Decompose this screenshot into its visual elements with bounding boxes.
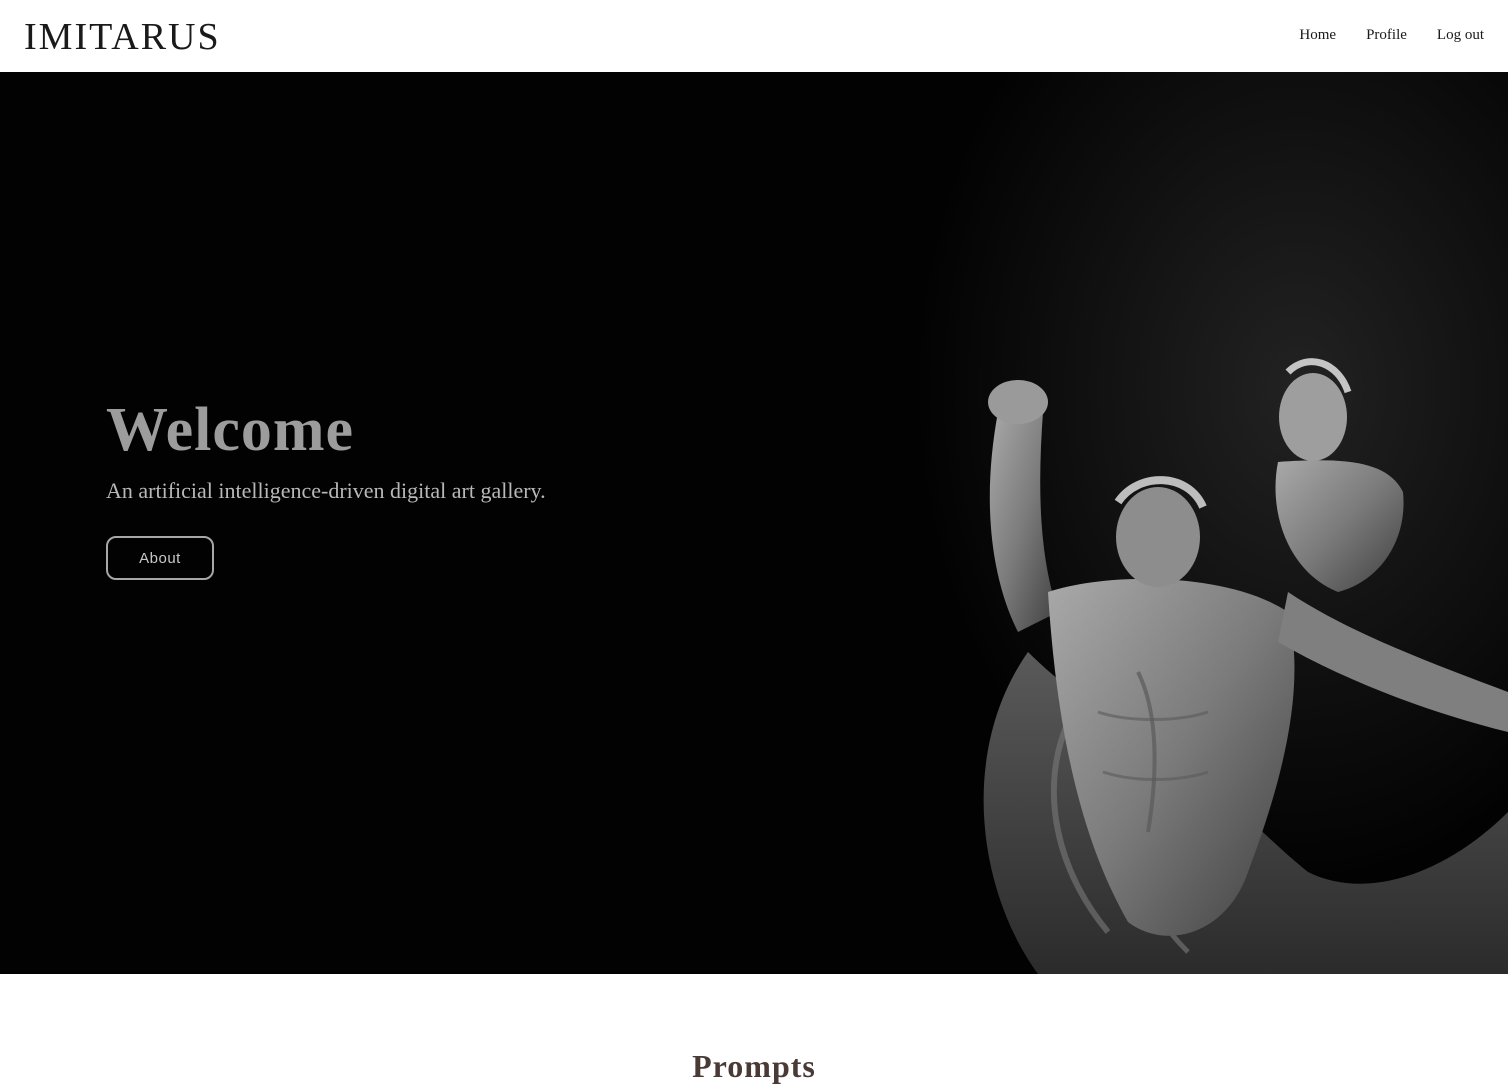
main-nav: Home Profile Log out [1299,24,1484,46]
top-navbar: IMITARUS Home Profile Log out [0,0,1508,72]
prompts-section-title: Prompts [692,1048,816,1084]
about-button[interactable]: About [106,536,214,580]
site-logo[interactable]: IMITARUS [24,14,221,60]
hero-subtitle: An artificial intelligence-driven digita… [106,478,546,503]
marble-statue-image [808,72,1508,974]
nav-link-home[interactable]: Home [1299,24,1336,46]
nav-link-profile[interactable]: Profile [1366,24,1407,46]
hero-section: Welcome An artificial intelligence-drive… [0,72,1508,974]
hero-text-block: Welcome An artificial intelligence-drive… [106,390,546,580]
hero-title: Welcome [106,396,355,464]
nav-link-logout[interactable]: Log out [1437,24,1484,46]
